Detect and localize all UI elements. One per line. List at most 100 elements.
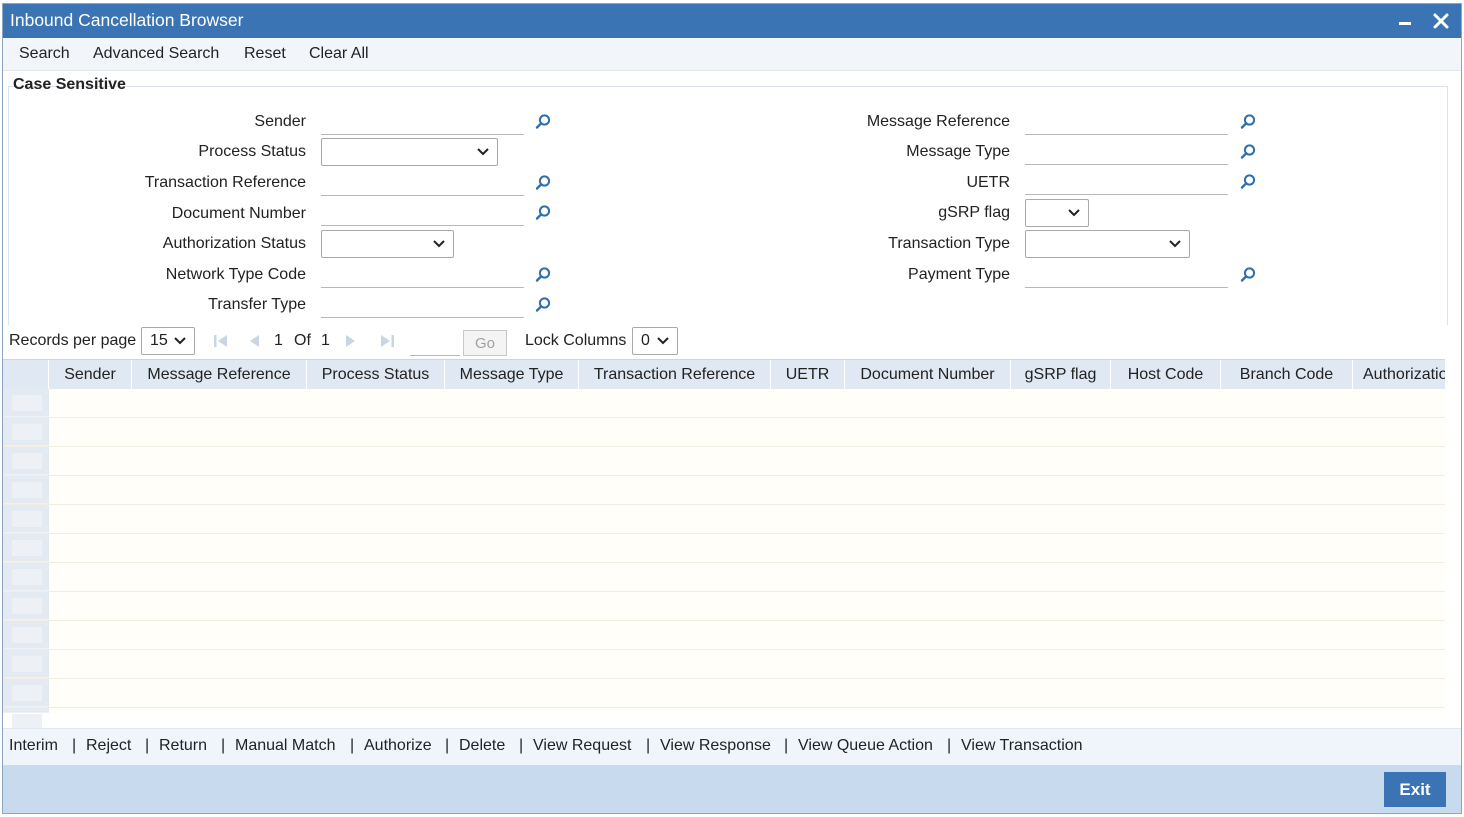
column-header-authorization[interactable]: Authorizatio <box>1353 360 1445 390</box>
pagination-bar: Records per page 15 1 Of 1 Go Lock Colum… <box>3 324 1461 360</box>
table-row[interactable] <box>3 563 1445 592</box>
row-selector[interactable] <box>3 621 49 649</box>
row-selector[interactable] <box>3 476 49 504</box>
next-page-icon[interactable] <box>344 333 358 354</box>
column-header-gsrp-flag[interactable]: gSRP flag <box>1011 360 1111 390</box>
column-header-branch-code[interactable]: Branch Code <box>1221 360 1353 390</box>
select-all-column[interactable] <box>3 360 49 390</box>
table-row[interactable] <box>3 447 1445 476</box>
chevron-down-icon <box>174 337 186 345</box>
table-row[interactable] <box>3 505 1445 534</box>
first-page-icon[interactable] <box>213 333 229 354</box>
action-separator: | <box>221 737 226 754</box>
column-header-transaction-reference[interactable]: Transaction Reference <box>579 360 771 390</box>
return-action[interactable]: Return <box>159 737 207 755</box>
table-row[interactable] <box>3 621 1445 650</box>
close-icon[interactable] <box>1429 8 1453 34</box>
row-selector[interactable] <box>3 389 49 417</box>
clear-all-menu-item[interactable]: Clear All <box>309 45 369 63</box>
view-response-action[interactable]: View Response <box>660 737 771 755</box>
of-label: Of <box>294 332 311 349</box>
document-number-input[interactable] <box>321 202 524 226</box>
row-selector <box>3 708 49 730</box>
row-selector[interactable] <box>3 447 49 475</box>
table-row[interactable] <box>3 650 1445 679</box>
view-request-action[interactable]: View Request <box>533 737 631 755</box>
row-selector[interactable] <box>3 650 49 678</box>
table-row[interactable] <box>3 534 1445 563</box>
advanced-search-menu-item[interactable]: Advanced Search <box>93 45 219 63</box>
uetr-input[interactable] <box>1025 171 1228 195</box>
row-selector[interactable] <box>3 679 49 707</box>
case-sensitive-legend: Case Sensitive <box>13 76 126 93</box>
action-separator: | <box>72 737 77 754</box>
row-selector[interactable] <box>3 505 49 533</box>
authorize-action[interactable]: Authorize <box>364 737 432 755</box>
current-page: 1 <box>274 332 283 349</box>
transfer-type-input[interactable] <box>321 294 524 318</box>
reject-action[interactable]: Reject <box>86 737 131 755</box>
previous-page-icon[interactable] <box>247 333 261 354</box>
last-page-icon[interactable] <box>379 333 395 354</box>
table-row[interactable] <box>3 592 1445 621</box>
row-selector[interactable] <box>3 563 49 591</box>
transaction-type-select[interactable] <box>1025 230 1190 258</box>
records-per-page-select[interactable]: 15 <box>141 327 195 355</box>
table-row[interactable] <box>3 389 1445 418</box>
uetr-label: UETR <box>966 174 1010 191</box>
network-type-code-label: Network Type Code <box>165 266 306 283</box>
payment-type-input[interactable] <box>1025 264 1228 288</box>
column-header-host-code[interactable]: Host Code <box>1111 360 1221 390</box>
document-number-search-icon[interactable] <box>534 204 552 222</box>
minimize-icon[interactable] <box>1395 9 1415 33</box>
table-row[interactable] <box>3 418 1445 447</box>
authorization-status-select[interactable] <box>321 230 454 258</box>
column-header-message-type[interactable]: Message Type <box>445 360 579 390</box>
chevron-down-icon <box>657 337 669 345</box>
column-header-sender[interactable]: Sender <box>49 360 132 390</box>
gsrp-flag-select[interactable] <box>1025 199 1089 227</box>
row-selector[interactable] <box>3 418 49 446</box>
message-reference-input[interactable] <box>1025 111 1228 135</box>
view-transaction-action[interactable]: View Transaction <box>961 737 1083 755</box>
transaction-reference-search-icon[interactable] <box>534 174 552 192</box>
message-reference-label: Message Reference <box>866 113 1010 130</box>
delete-action[interactable]: Delete <box>459 737 505 755</box>
search-menu-item[interactable]: Search <box>19 45 70 63</box>
column-header-process-status[interactable]: Process Status <box>307 360 445 390</box>
view-queue-action-action[interactable]: View Queue Action <box>798 737 933 755</box>
row-selector[interactable] <box>3 534 49 562</box>
uetr-search-icon[interactable] <box>1239 173 1257 191</box>
transfer-type-search-icon[interactable] <box>534 296 552 314</box>
sender-search-icon[interactable] <box>534 113 552 131</box>
table-row[interactable] <box>3 476 1445 505</box>
column-header-message-reference[interactable]: Message Reference <box>132 360 307 390</box>
payment-type-search-icon[interactable] <box>1239 266 1257 284</box>
message-reference-search-icon[interactable] <box>1239 113 1257 131</box>
table-row[interactable] <box>3 679 1445 708</box>
go-button[interactable]: Go <box>463 330 507 356</box>
action-separator: | <box>646 737 651 754</box>
network-type-code-input[interactable] <box>321 264 524 288</box>
network-type-code-search-icon[interactable] <box>534 266 552 284</box>
payment-type-label: Payment Type <box>908 266 1010 283</box>
records-per-page-label: Records per page <box>9 332 137 349</box>
sender-input[interactable] <box>321 111 524 135</box>
transaction-reference-input[interactable] <box>321 172 524 196</box>
exit-button[interactable]: Exit <box>1384 772 1446 807</box>
records-per-page-value: 15 <box>150 332 168 349</box>
interim-action[interactable]: Interim <box>9 737 58 755</box>
column-header-document-number[interactable]: Document Number <box>845 360 1011 390</box>
window-title: Inbound Cancellation Browser <box>10 10 244 30</box>
message-type-input[interactable] <box>1025 141 1228 165</box>
message-type-search-icon[interactable] <box>1239 143 1257 161</box>
column-header-uetr[interactable]: UETR <box>771 360 845 390</box>
manual-match-action[interactable]: Manual Match <box>235 737 336 755</box>
process-status-select[interactable] <box>321 138 498 166</box>
gsrp-flag-label: gSRP flag <box>938 204 1010 221</box>
go-to-page-input[interactable] <box>410 333 460 356</box>
reset-menu-item[interactable]: Reset <box>244 45 286 63</box>
row-selector[interactable] <box>3 592 49 620</box>
transfer-type-label: Transfer Type <box>208 296 306 313</box>
lock-columns-select[interactable]: 0 <box>632 327 678 355</box>
